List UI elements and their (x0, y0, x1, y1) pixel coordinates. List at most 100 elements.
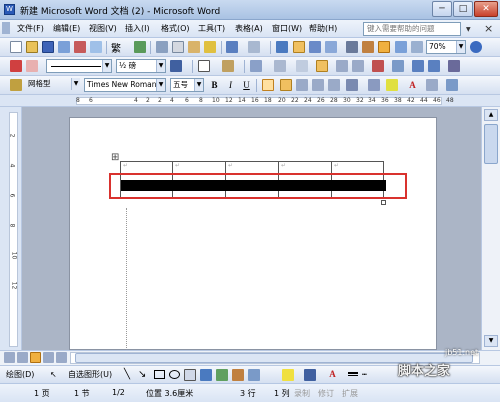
char-border-icon[interactable] (262, 79, 274, 91)
menu-view[interactable]: 视图(V) (89, 23, 117, 34)
line-style-select[interactable]: ▼ (46, 59, 112, 73)
fill-color-icon[interactable] (282, 369, 294, 381)
status-record[interactable]: 录制 (294, 388, 310, 399)
close-button[interactable]: ✕ (474, 1, 498, 17)
autoformat-icon[interactable] (372, 60, 384, 72)
char-scale-icon[interactable] (426, 79, 438, 91)
hyperlink-icon[interactable] (276, 41, 288, 53)
line-weight-select[interactable]: ½ 磅 ▼ (116, 59, 166, 73)
autoshapes-button[interactable]: 自选图形(U) (68, 369, 112, 380)
menu-file[interactable]: 文件(F) (17, 23, 44, 34)
open-folder-icon[interactable] (26, 41, 38, 53)
styles-icon[interactable] (10, 79, 22, 91)
permission-icon[interactable] (58, 41, 70, 53)
sort-ascending-icon[interactable] (412, 60, 424, 72)
text-direction-icon[interactable] (392, 60, 404, 72)
normal-view-icon[interactable] (4, 352, 15, 363)
align-cell-icon[interactable] (316, 60, 328, 72)
font-size-select[interactable]: 五号 ▼ (170, 78, 204, 92)
outline-view-icon[interactable] (43, 352, 54, 363)
insert-excel-icon[interactable] (325, 41, 337, 53)
table-move-handle[interactable]: ⊞ (111, 152, 119, 163)
document-page[interactable] (69, 117, 437, 350)
reading-view-icon[interactable] (56, 352, 67, 363)
trad-simplified-button[interactable]: 繁 (111, 40, 121, 55)
border-color-icon[interactable] (170, 60, 182, 72)
autosum-icon[interactable] (448, 60, 460, 72)
vertical-scrollbar[interactable]: ▲ ▼ (481, 107, 500, 350)
arrow-icon[interactable]: ↘ (138, 369, 146, 380)
justify-icon[interactable] (328, 79, 340, 91)
show-hide-icon[interactable] (395, 41, 407, 53)
insert-table-icon[interactable] (309, 41, 321, 53)
spelling-icon[interactable] (134, 41, 146, 53)
new-document-icon[interactable] (10, 41, 22, 53)
vertical-ruler[interactable] (0, 107, 22, 350)
insert-table-icon[interactable] (250, 60, 262, 72)
underline-button[interactable]: U (240, 79, 253, 92)
help-icon[interactable] (470, 41, 482, 53)
outside-border-icon[interactable] (198, 60, 210, 72)
font-select[interactable]: Times New Roman ▼ (84, 78, 166, 92)
style-select[interactable]: 网格型 ▼ (26, 78, 80, 92)
web-view-icon[interactable] (17, 352, 28, 363)
distribute-columns-icon[interactable] (352, 60, 364, 72)
dash-style-icon[interactable]: ┅ (362, 370, 367, 379)
chevron-down-icon[interactable]: ▼ (156, 60, 165, 72)
picture-icon[interactable] (248, 369, 260, 381)
align-center-icon[interactable] (296, 79, 308, 91)
font-color-draw-button[interactable]: A (326, 368, 339, 381)
menu-table[interactable]: 表格(A) (235, 23, 263, 34)
undo-icon[interactable] (226, 41, 238, 53)
rectangle-icon[interactable] (154, 370, 165, 379)
select-objects-icon[interactable]: ↖ (50, 370, 57, 379)
eraser-icon[interactable] (26, 60, 38, 72)
line-color-icon[interactable] (304, 369, 316, 381)
drawing-icon[interactable] (362, 41, 374, 53)
numbering-icon[interactable] (368, 79, 380, 91)
close-document-button[interactable]: × (484, 22, 493, 35)
align-right-icon[interactable] (312, 79, 324, 91)
table-resize-handle[interactable] (381, 200, 386, 205)
menu-window[interactable]: 窗口(W) (272, 23, 302, 34)
print-preview-icon[interactable] (90, 41, 102, 53)
line-style-icon[interactable] (348, 372, 358, 376)
menu-insert[interactable]: 插入(I) (125, 23, 150, 34)
cut-icon[interactable] (156, 41, 168, 53)
line-spacing-icon[interactable] (346, 79, 358, 91)
print-icon[interactable] (74, 41, 86, 53)
italic-button[interactable]: I (224, 79, 237, 92)
line-icon[interactable]: ╲ (124, 369, 130, 380)
align-left-icon[interactable] (280, 79, 292, 91)
redo-icon[interactable] (248, 41, 260, 53)
scroll-down-icon[interactable]: ▼ (484, 335, 498, 347)
chevron-down-icon[interactable]: ▼ (156, 79, 165, 91)
document-map-icon[interactable] (378, 41, 390, 53)
paste-icon[interactable] (188, 41, 200, 53)
options-icon[interactable] (446, 79, 458, 91)
highlight-icon[interactable] (386, 79, 398, 91)
font-color-button[interactable]: A (406, 79, 419, 92)
scroll-up-icon[interactable]: ▲ (484, 109, 498, 121)
diagram-icon[interactable] (216, 369, 228, 381)
menu-format[interactable]: 格式(O) (161, 23, 190, 34)
menu-help[interactable]: 帮助(H) (309, 23, 337, 34)
chevron-down-icon[interactable]: ▼ (102, 60, 111, 72)
chevron-down-icon[interactable]: ▼ (456, 41, 465, 53)
wordart-icon[interactable] (200, 369, 212, 381)
sort-descending-icon[interactable] (428, 60, 440, 72)
chevron-down-icon[interactable]: ▼ (71, 78, 80, 90)
help-dropdown-icon[interactable]: ▼ (466, 26, 471, 33)
help-search-input[interactable]: 键入需要帮助的问题 (363, 22, 461, 36)
word-app-icon[interactable]: W (4, 4, 15, 15)
merge-cells-icon[interactable] (274, 60, 286, 72)
distribute-rows-icon[interactable] (336, 60, 348, 72)
copy-icon[interactable] (172, 41, 184, 53)
status-extend[interactable]: 扩展 (342, 388, 358, 399)
menu-edit[interactable]: 编辑(E) (53, 23, 80, 34)
tables-borders-icon[interactable] (293, 41, 305, 53)
draw-menu-button[interactable]: 绘图(D) (6, 369, 34, 380)
zoom-select[interactable]: 70% ▼ (426, 40, 466, 54)
minimize-button[interactable]: ─ (432, 1, 452, 17)
status-track-changes[interactable]: 修订 (318, 388, 334, 399)
